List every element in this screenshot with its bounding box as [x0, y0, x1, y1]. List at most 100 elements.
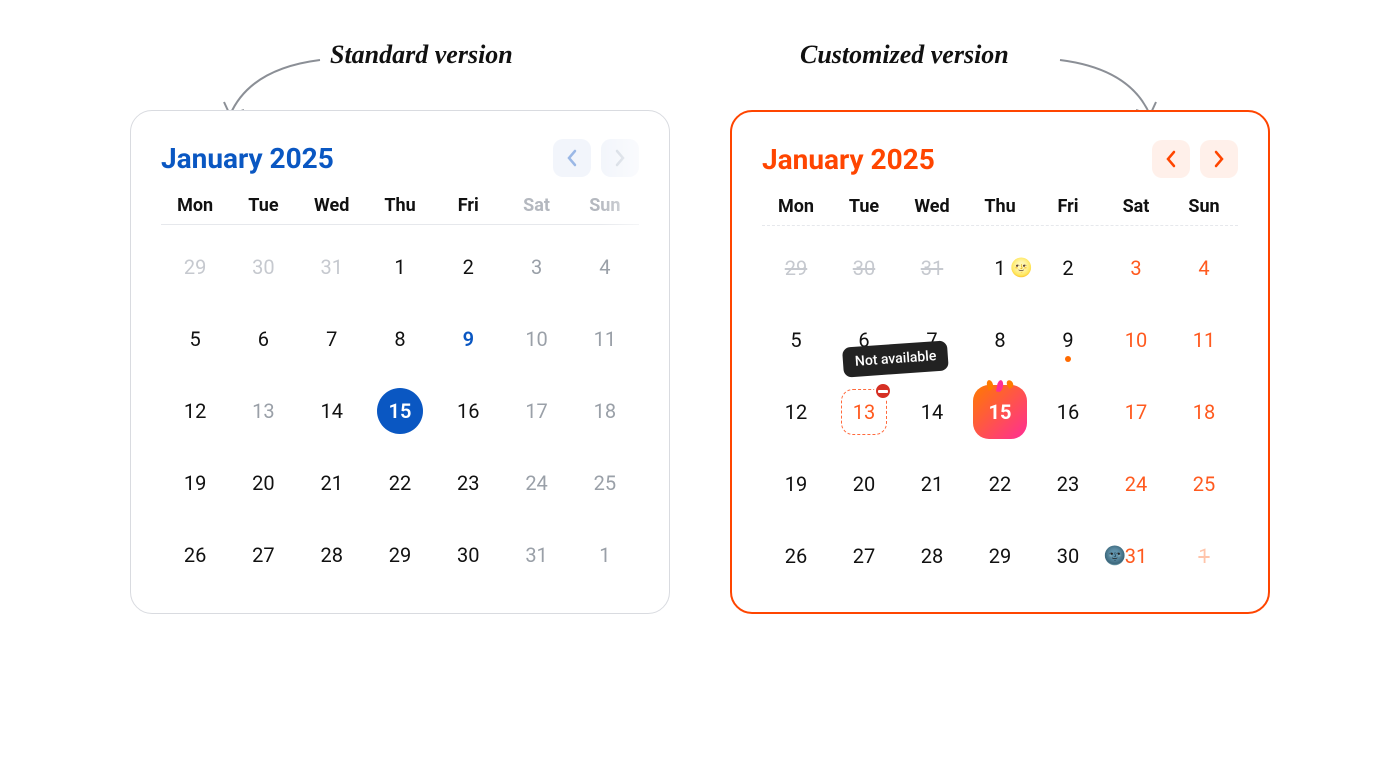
- day-cell[interactable]: 20: [229, 447, 297, 519]
- day-number: 8: [394, 327, 405, 351]
- day-cell[interactable]: 9: [434, 303, 502, 375]
- day-cell[interactable]: 27: [830, 520, 898, 592]
- day-cell[interactable]: 5: [161, 303, 229, 375]
- day-number: 4: [1198, 256, 1209, 280]
- day-cell[interactable]: 1: [366, 231, 434, 303]
- day-cell[interactable]: 28: [298, 519, 366, 591]
- next-month-button[interactable]: [601, 139, 639, 177]
- day-number: 7: [326, 327, 337, 351]
- day-cell[interactable]: 15: [366, 375, 434, 447]
- day-cell[interactable]: 31: [298, 231, 366, 303]
- day-cell[interactable]: 25: [1170, 448, 1238, 520]
- day-cell[interactable]: 31: [502, 519, 570, 591]
- day-cell[interactable]: 2: [434, 231, 502, 303]
- day-cell[interactable]: 12: [762, 376, 830, 448]
- day-cell[interactable]: 19: [161, 447, 229, 519]
- day-cell[interactable]: 29: [966, 520, 1034, 592]
- day-cell[interactable]: 26: [762, 520, 830, 592]
- day-cell[interactable]: 18: [1170, 376, 1238, 448]
- day-cell[interactable]: 16: [1034, 376, 1102, 448]
- day-cell[interactable]: 29: [366, 519, 434, 591]
- day-number: 29: [785, 256, 807, 280]
- day-cell[interactable]: 18: [571, 375, 639, 447]
- day-cell[interactable]: 23: [434, 447, 502, 519]
- day-cell[interactable]: 19: [762, 448, 830, 520]
- day-number: 15: [973, 385, 1027, 439]
- label-custom: Customized version: [800, 40, 1009, 70]
- weekday-label: Tue: [830, 196, 898, 217]
- day-cell[interactable]: 31: [898, 232, 966, 304]
- day-cell[interactable]: 30: [434, 519, 502, 591]
- day-cell[interactable]: 29: [762, 232, 830, 304]
- day-number: 21: [320, 471, 342, 495]
- day-cell[interactable]: 22: [366, 447, 434, 519]
- day-number: 25: [594, 471, 616, 495]
- day-number: 20: [252, 471, 274, 495]
- day-number: 11: [594, 327, 616, 351]
- day-cell[interactable]: 24: [1102, 448, 1170, 520]
- prev-month-button[interactable]: [553, 139, 591, 177]
- day-cell[interactable]: 3: [1102, 232, 1170, 304]
- day-cell[interactable]: 28: [898, 520, 966, 592]
- day-cell[interactable]: 22: [966, 448, 1034, 520]
- day-cell[interactable]: 16: [434, 375, 502, 447]
- day-cell[interactable]: 30: [830, 232, 898, 304]
- day-cell[interactable]: 24: [502, 447, 570, 519]
- day-cell[interactable]: 3: [502, 231, 570, 303]
- day-cell[interactable]: 12: [161, 375, 229, 447]
- day-number: 2: [463, 255, 474, 279]
- prev-month-button[interactable]: [1152, 140, 1190, 178]
- day-cell[interactable]: 30: [229, 231, 297, 303]
- day-cell[interactable]: 4: [1170, 232, 1238, 304]
- day-number: 1: [994, 256, 1005, 280]
- day-number: 1: [599, 543, 610, 567]
- day-cell[interactable]: 4: [571, 231, 639, 303]
- day-cell[interactable]: 6: [229, 303, 297, 375]
- day-cell[interactable]: 1🌝: [966, 232, 1034, 304]
- day-cell[interactable]: 21: [298, 447, 366, 519]
- day-number: 22: [389, 471, 411, 495]
- day-cell[interactable]: 7: [298, 303, 366, 375]
- weekday-label: Wed: [298, 195, 366, 216]
- day-cell[interactable]: 10: [1102, 304, 1170, 376]
- day-cell[interactable]: 26: [161, 519, 229, 591]
- day-cell[interactable]: 5: [762, 304, 830, 376]
- day-cell[interactable]: 15: [966, 376, 1034, 448]
- day-cell[interactable]: 17: [1102, 376, 1170, 448]
- day-cell[interactable]: 21: [898, 448, 966, 520]
- day-number: 27: [853, 544, 875, 568]
- day-number: 19: [184, 471, 206, 495]
- day-number: 10: [1125, 328, 1147, 352]
- weekday-label: Sun: [571, 195, 639, 216]
- next-month-button[interactable]: [1200, 140, 1238, 178]
- day-cell[interactable]: 1: [571, 519, 639, 591]
- day-cell[interactable]: 23: [1034, 448, 1102, 520]
- day-cell[interactable]: 14: [898, 376, 966, 448]
- day-cell[interactable]: 8: [966, 304, 1034, 376]
- day-cell[interactable]: 2: [1034, 232, 1102, 304]
- day-cell[interactable]: 29: [161, 231, 229, 303]
- day-cell[interactable]: 13: [229, 375, 297, 447]
- day-cell[interactable]: 17: [502, 375, 570, 447]
- day-cell[interactable]: 8: [366, 303, 434, 375]
- day-cell[interactable]: 11: [571, 303, 639, 375]
- day-cell[interactable]: 13Not available: [830, 376, 898, 448]
- day-cell[interactable]: 20: [830, 448, 898, 520]
- day-cell[interactable]: 10: [502, 303, 570, 375]
- day-number: 18: [1193, 400, 1215, 424]
- day-cell[interactable]: 30: [1034, 520, 1102, 592]
- day-cell[interactable]: 14: [298, 375, 366, 447]
- day-cell[interactable]: 27: [229, 519, 297, 591]
- day-number: 15: [377, 388, 423, 434]
- day-cell[interactable]: 9: [1034, 304, 1102, 376]
- day-number: 14: [921, 400, 943, 424]
- day-cell[interactable]: 25: [571, 447, 639, 519]
- day-cell[interactable]: 1: [1170, 520, 1238, 592]
- day-grid: 2930311🌝2345678910111213Not available141…: [762, 232, 1238, 592]
- day-cell[interactable]: 11: [1170, 304, 1238, 376]
- day-number: 5: [190, 327, 201, 351]
- day-cell[interactable]: 31🌚: [1102, 520, 1170, 592]
- day-number: 9: [1062, 328, 1073, 352]
- day-number: 18: [594, 399, 616, 423]
- weekday-label: Thu: [966, 196, 1034, 217]
